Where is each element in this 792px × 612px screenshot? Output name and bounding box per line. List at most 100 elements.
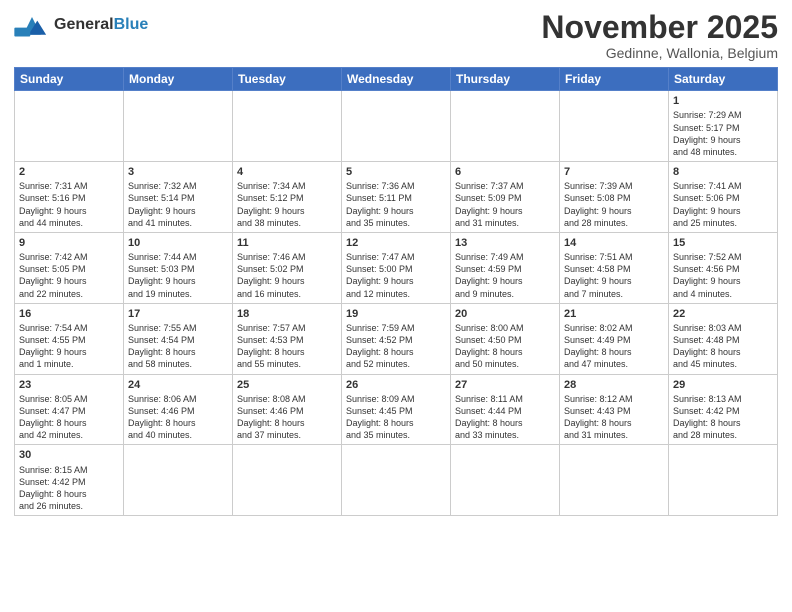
- day-info: Sunrise: 8:09 AM Sunset: 4:45 PM Dayligh…: [346, 393, 446, 442]
- day-number: 25: [237, 378, 337, 392]
- calendar-cell: 21Sunrise: 8:02 AM Sunset: 4:49 PM Dayli…: [560, 303, 669, 374]
- day-number: 20: [455, 307, 555, 321]
- calendar-row: 2Sunrise: 7:31 AM Sunset: 5:16 PM Daylig…: [15, 162, 778, 233]
- day-info: Sunrise: 8:15 AM Sunset: 4:42 PM Dayligh…: [19, 464, 119, 513]
- day-number: 30: [19, 448, 119, 462]
- day-info: Sunrise: 7:39 AM Sunset: 5:08 PM Dayligh…: [564, 180, 664, 229]
- day-info: Sunrise: 7:36 AM Sunset: 5:11 PM Dayligh…: [346, 180, 446, 229]
- day-number: 16: [19, 307, 119, 321]
- month-title: November 2025: [541, 10, 778, 45]
- calendar-cell: 17Sunrise: 7:55 AM Sunset: 4:54 PM Dayli…: [124, 303, 233, 374]
- day-number: 10: [128, 236, 228, 250]
- day-number: 11: [237, 236, 337, 250]
- calendar-cell: 26Sunrise: 8:09 AM Sunset: 4:45 PM Dayli…: [342, 374, 451, 445]
- day-info: Sunrise: 7:49 AM Sunset: 4:59 PM Dayligh…: [455, 251, 555, 300]
- calendar-cell: 5Sunrise: 7:36 AM Sunset: 5:11 PM Daylig…: [342, 162, 451, 233]
- calendar-cell: [560, 91, 669, 162]
- calendar-cell: [669, 445, 778, 516]
- day-number: 1: [673, 94, 773, 108]
- calendar-cell: 7Sunrise: 7:39 AM Sunset: 5:08 PM Daylig…: [560, 162, 669, 233]
- day-number: 23: [19, 378, 119, 392]
- day-number: 22: [673, 307, 773, 321]
- day-info: Sunrise: 7:34 AM Sunset: 5:12 PM Dayligh…: [237, 180, 337, 229]
- calendar-cell: [124, 445, 233, 516]
- day-number: 21: [564, 307, 664, 321]
- logo-text: GeneralBlue: [54, 16, 148, 34]
- day-number: 3: [128, 165, 228, 179]
- calendar-cell: 24Sunrise: 8:06 AM Sunset: 4:46 PM Dayli…: [124, 374, 233, 445]
- col-saturday: Saturday: [669, 68, 778, 91]
- location-subtitle: Gedinne, Wallonia, Belgium: [541, 45, 778, 61]
- col-wednesday: Wednesday: [342, 68, 451, 91]
- col-thursday: Thursday: [451, 68, 560, 91]
- calendar-cell: 30 Sunrise: 8:15 AM Sunset: 4:42 PM Dayli…: [15, 445, 124, 516]
- logo: GeneralBlue: [14, 10, 148, 40]
- day-info: Sunrise: 7:44 AM Sunset: 5:03 PM Dayligh…: [128, 251, 228, 300]
- calendar-cell: 15Sunrise: 7:52 AM Sunset: 4:56 PM Dayli…: [669, 232, 778, 303]
- calendar-cell: 2Sunrise: 7:31 AM Sunset: 5:16 PM Daylig…: [15, 162, 124, 233]
- calendar-row: 16Sunrise: 7:54 AM Sunset: 4:55 PM Dayli…: [15, 303, 778, 374]
- col-monday: Monday: [124, 68, 233, 91]
- calendar-row: 23Sunrise: 8:05 AM Sunset: 4:47 PM Dayli…: [15, 374, 778, 445]
- calendar-cell: 28Sunrise: 8:12 AM Sunset: 4:43 PM Dayli…: [560, 374, 669, 445]
- calendar-cell: 8Sunrise: 7:41 AM Sunset: 5:06 PM Daylig…: [669, 162, 778, 233]
- day-number: 28: [564, 378, 664, 392]
- day-number: 13: [455, 236, 555, 250]
- calendar-cell: 20Sunrise: 8:00 AM Sunset: 4:50 PM Dayli…: [451, 303, 560, 374]
- day-number: 9: [19, 236, 119, 250]
- day-info: Sunrise: 7:59 AM Sunset: 4:52 PM Dayligh…: [346, 322, 446, 371]
- calendar-cell: 27Sunrise: 8:11 AM Sunset: 4:44 PM Dayli…: [451, 374, 560, 445]
- day-number: 12: [346, 236, 446, 250]
- calendar-cell: [342, 91, 451, 162]
- day-info: Sunrise: 8:08 AM Sunset: 4:46 PM Dayligh…: [237, 393, 337, 442]
- day-info: Sunrise: 7:42 AM Sunset: 5:05 PM Dayligh…: [19, 251, 119, 300]
- calendar-cell: 3Sunrise: 7:32 AM Sunset: 5:14 PM Daylig…: [124, 162, 233, 233]
- day-number: 8: [673, 165, 773, 179]
- day-number: 6: [455, 165, 555, 179]
- calendar-cell: [451, 91, 560, 162]
- calendar-page: GeneralBlue November 2025 Gedinne, Wallo…: [0, 0, 792, 612]
- day-info: Sunrise: 7:29 AM Sunset: 5:17 PM Dayligh…: [673, 109, 773, 158]
- calendar-cell: 25Sunrise: 8:08 AM Sunset: 4:46 PM Dayli…: [233, 374, 342, 445]
- calendar-cell: 13Sunrise: 7:49 AM Sunset: 4:59 PM Dayli…: [451, 232, 560, 303]
- calendar-cell: [233, 91, 342, 162]
- col-sunday: Sunday: [15, 68, 124, 91]
- day-info: Sunrise: 8:02 AM Sunset: 4:49 PM Dayligh…: [564, 322, 664, 371]
- calendar-cell: [233, 445, 342, 516]
- calendar-cell: 29Sunrise: 8:13 AM Sunset: 4:42 PM Dayli…: [669, 374, 778, 445]
- day-number: 27: [455, 378, 555, 392]
- day-number: 29: [673, 378, 773, 392]
- calendar-cell: [342, 445, 451, 516]
- day-info: Sunrise: 8:11 AM Sunset: 4:44 PM Dayligh…: [455, 393, 555, 442]
- day-number: 26: [346, 378, 446, 392]
- day-number: 19: [346, 307, 446, 321]
- day-info: Sunrise: 7:46 AM Sunset: 5:02 PM Dayligh…: [237, 251, 337, 300]
- logo-general: General: [54, 16, 114, 33]
- calendar-row: 1Sunrise: 7:29 AM Sunset: 5:17 PM Daylig…: [15, 91, 778, 162]
- day-number: 18: [237, 307, 337, 321]
- calendar-cell: 6Sunrise: 7:37 AM Sunset: 5:09 PM Daylig…: [451, 162, 560, 233]
- day-info: Sunrise: 8:12 AM Sunset: 4:43 PM Dayligh…: [564, 393, 664, 442]
- calendar-cell: 22Sunrise: 8:03 AM Sunset: 4:48 PM Dayli…: [669, 303, 778, 374]
- day-info: Sunrise: 8:13 AM Sunset: 4:42 PM Dayligh…: [673, 393, 773, 442]
- calendar-cell: [15, 91, 124, 162]
- day-info: Sunrise: 8:00 AM Sunset: 4:50 PM Dayligh…: [455, 322, 555, 371]
- logo-blue: Blue: [114, 16, 149, 33]
- calendar-cell: 10Sunrise: 7:44 AM Sunset: 5:03 PM Dayli…: [124, 232, 233, 303]
- calendar-cell: 11Sunrise: 7:46 AM Sunset: 5:02 PM Dayli…: [233, 232, 342, 303]
- day-number: 15: [673, 236, 773, 250]
- day-info: Sunrise: 7:54 AM Sunset: 4:55 PM Dayligh…: [19, 322, 119, 371]
- logo-icon: [14, 10, 50, 40]
- day-info: Sunrise: 8:05 AM Sunset: 4:47 PM Dayligh…: [19, 393, 119, 442]
- calendar-cell: 4Sunrise: 7:34 AM Sunset: 5:12 PM Daylig…: [233, 162, 342, 233]
- day-info: Sunrise: 8:03 AM Sunset: 4:48 PM Dayligh…: [673, 322, 773, 371]
- calendar-cell: 1Sunrise: 7:29 AM Sunset: 5:17 PM Daylig…: [669, 91, 778, 162]
- calendar-cell: 12Sunrise: 7:47 AM Sunset: 5:00 PM Dayli…: [342, 232, 451, 303]
- day-info: Sunrise: 7:47 AM Sunset: 5:00 PM Dayligh…: [346, 251, 446, 300]
- day-number: 24: [128, 378, 228, 392]
- title-block: November 2025 Gedinne, Wallonia, Belgium: [541, 10, 778, 61]
- calendar-cell: 18Sunrise: 7:57 AM Sunset: 4:53 PM Dayli…: [233, 303, 342, 374]
- col-tuesday: Tuesday: [233, 68, 342, 91]
- calendar-table: Sunday Monday Tuesday Wednesday Thursday…: [14, 67, 778, 516]
- day-number: 2: [19, 165, 119, 179]
